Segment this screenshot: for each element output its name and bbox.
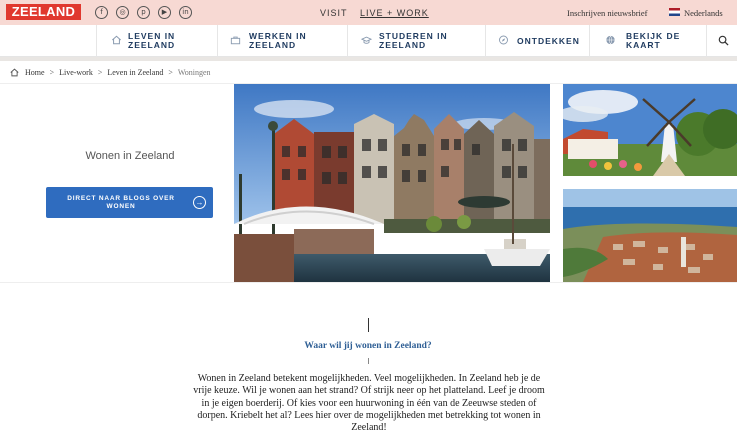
photo-windmill xyxy=(563,84,737,176)
chevron-right-icon: > xyxy=(49,67,55,77)
pinterest-icon[interactable]: p xyxy=(137,6,150,19)
breadcrumb-leven-in-zeeland[interactable]: Leven in Zeeland xyxy=(107,68,163,77)
newsletter-link[interactable]: Inschrijven nieuwsbrief xyxy=(567,8,648,18)
graduation-cap-icon xyxy=(361,36,372,44)
nav-label-line1: ONTDEKKEN xyxy=(517,36,580,46)
language-selector[interactable]: Nederlands xyxy=(684,8,723,18)
chevron-right-icon: > xyxy=(168,67,173,77)
zeeland-logo[interactable]: ZEELAND xyxy=(6,4,81,20)
intro-paragraph: Wonen in Zeeland betekent mogelijkheden.… xyxy=(193,373,545,434)
section-heading: Waar wil jij wonen in Zeeland? xyxy=(304,341,432,351)
nav-stripe xyxy=(0,57,737,61)
page-title: Wonen in Zeeland xyxy=(85,150,175,162)
nav-visit[interactable]: VISIT xyxy=(320,8,348,18)
nav-label-line2: ZEELAND xyxy=(249,40,297,50)
search-icon xyxy=(718,35,729,46)
nav-item-ontdekken[interactable]: ONTDEKKEN xyxy=(485,25,589,57)
nav-live-work[interactable]: LIVE + WORK xyxy=(360,8,429,18)
linkedin-icon[interactable]: in xyxy=(179,6,192,19)
decorative-line xyxy=(368,358,369,364)
youtube-icon[interactable]: ▶ xyxy=(158,6,171,19)
breadcrumb: Home > Live-work > Leven in Zeeland > Wo… xyxy=(10,67,211,79)
briefcase-icon xyxy=(230,36,241,45)
chevron-right-icon: > xyxy=(97,67,103,77)
compass-icon xyxy=(499,35,508,45)
nav-item-leven-in-zeeland[interactable]: LEVEN IN ZEELAND xyxy=(96,25,217,57)
search-button[interactable] xyxy=(706,25,737,57)
house-icon xyxy=(111,35,122,45)
blogs-button[interactable]: DIRECT NAAR BLOGS OVER WONEN → xyxy=(46,187,213,218)
nav-item-werken-in-zeeland[interactable]: WERKEN IN ZEELAND xyxy=(217,25,347,57)
nav-item-bekijk-de-kaart[interactable]: BEKIJK DE KAART xyxy=(589,25,706,57)
nav-label-line2: ZEELAND xyxy=(379,40,427,50)
nav-item-studeren-in-zeeland[interactable]: STUDEREN IN ZEELAND xyxy=(347,25,485,57)
main-navigation: LEVEN IN ZEELAND WERKEN IN ZEELAND STUDE… xyxy=(0,25,737,57)
breadcrumb-current: Woningen xyxy=(177,67,211,77)
breadcrumb-home[interactable]: Home xyxy=(25,68,45,77)
top-bar: ZEELAND f ◎ p ▶ in VISIT LIVE + WORK Ins… xyxy=(0,0,737,25)
nav-label-line2: ZEELAND xyxy=(128,40,176,50)
photo-aerial-coastal-town xyxy=(563,189,737,282)
home-icon[interactable] xyxy=(10,68,19,77)
facebook-icon[interactable]: f xyxy=(95,6,108,19)
dutch-flag-icon[interactable] xyxy=(669,8,680,16)
nav-label-line2: KAART xyxy=(626,40,661,50)
decorative-line xyxy=(368,318,369,332)
instagram-icon[interactable]: ◎ xyxy=(116,6,129,19)
hero-photo-canal-houses xyxy=(234,84,550,282)
breadcrumb-live-work[interactable]: Live-work xyxy=(59,68,93,77)
divider xyxy=(0,282,737,283)
globe-icon xyxy=(606,35,615,45)
arrow-right-icon: → xyxy=(193,196,206,209)
blogs-button-label: DIRECT NAAR BLOGS OVER WONEN xyxy=(67,195,175,210)
